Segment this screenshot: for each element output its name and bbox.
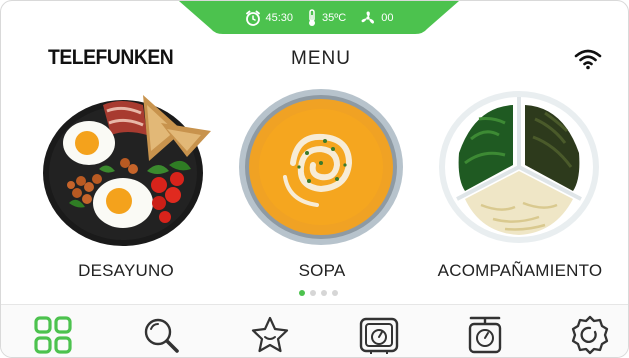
thermometer-icon	[309, 9, 316, 26]
category-label: ACOMPAÑAMIENTO	[437, 261, 603, 280]
pagination-dot[interactable]	[332, 290, 338, 296]
nav-search-button[interactable]	[139, 313, 183, 357]
gear-icon	[571, 315, 609, 355]
wifi-icon[interactable]	[573, 47, 603, 71]
side-dish-plate-image	[439, 91, 599, 243]
star-icon	[251, 316, 289, 353]
fan-status: 00	[360, 10, 393, 26]
grid-icon	[34, 316, 72, 354]
brand-logo: TELEFUNKEN	[48, 46, 174, 69]
pagination-dot[interactable]	[321, 290, 327, 296]
search-icon	[144, 318, 179, 353]
timer-status: 45:30	[245, 10, 294, 26]
breakfast-plate-image	[43, 95, 211, 246]
temperature-value: 35ºC	[322, 12, 347, 24]
fan-value: 00	[381, 12, 394, 24]
nav-favorites-button[interactable]	[248, 313, 292, 357]
scale-icon	[468, 316, 502, 354]
pagination-dot-active[interactable]	[299, 290, 305, 296]
category-card-desayuno[interactable]: DESAYUNO	[41, 83, 211, 283]
oven-icon	[359, 317, 399, 354]
nav-oven-button[interactable]	[357, 313, 401, 357]
screen-frame: 45:30 35ºC 00 TELEFUNKEN MENU DESAYUNO S…	[0, 0, 629, 358]
nav-menu-button[interactable]	[31, 313, 75, 357]
bottom-navigation	[1, 304, 628, 357]
timer-value: 45:30	[265, 12, 294, 24]
pagination-dots	[299, 290, 338, 296]
fan-icon	[361, 11, 375, 24]
status-bar: 45:30 35ºC 00	[179, 1, 459, 35]
pagination-dot[interactable]	[310, 290, 316, 296]
nav-scale-button[interactable]	[463, 313, 507, 357]
soup-bowl-image	[239, 89, 403, 245]
nav-settings-button[interactable]	[568, 313, 612, 357]
category-card-sopa[interactable]: SOPA	[237, 83, 407, 283]
alarm-clock-icon	[245, 10, 260, 26]
page-title: MENU	[291, 48, 351, 69]
category-label: SOPA	[298, 261, 346, 280]
temperature-status: 35ºC	[307, 9, 346, 27]
category-card-acompanamiento[interactable]: ACOMPAÑAMIENTO	[435, 83, 605, 283]
